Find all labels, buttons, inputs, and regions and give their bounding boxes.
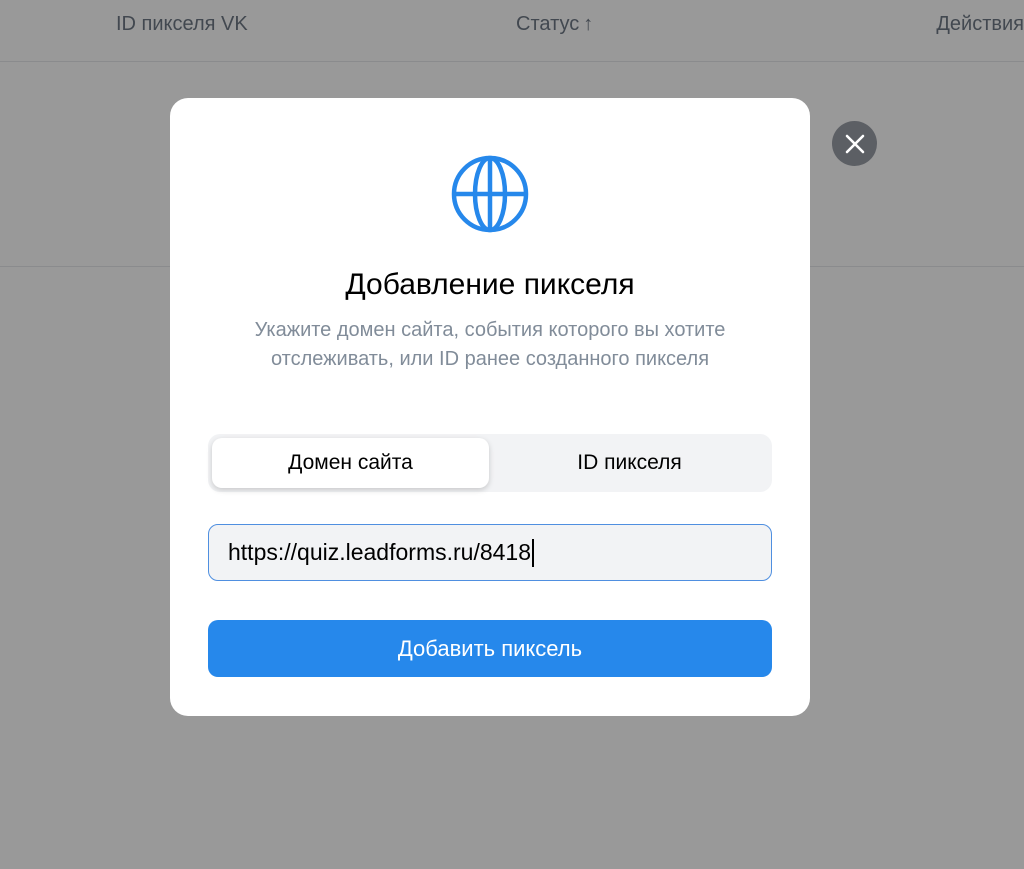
domain-input[interactable]: https://quiz.leadforms.ru/8418	[208, 524, 772, 581]
add-pixel-modal: Добавление пикселя Укажите домен сайта, …	[170, 98, 810, 716]
modal-title: Добавление пикселя	[345, 268, 635, 301]
globe-icon	[451, 155, 529, 233]
close-icon	[845, 134, 864, 153]
domain-input-value: https://quiz.leadforms.ru/8418	[228, 539, 531, 565]
source-type-segmented-control: Домен сайта ID пикселя	[208, 434, 772, 492]
close-button[interactable]	[832, 121, 877, 166]
text-caret	[532, 538, 534, 567]
tab-pixel-id[interactable]: ID пикселя	[491, 438, 768, 488]
tab-site-domain[interactable]: Домен сайта	[212, 438, 489, 488]
add-pixel-button[interactable]: Добавить пиксель	[208, 620, 772, 677]
modal-subtitle: Укажите домен сайта, события которого вы…	[254, 319, 726, 370]
